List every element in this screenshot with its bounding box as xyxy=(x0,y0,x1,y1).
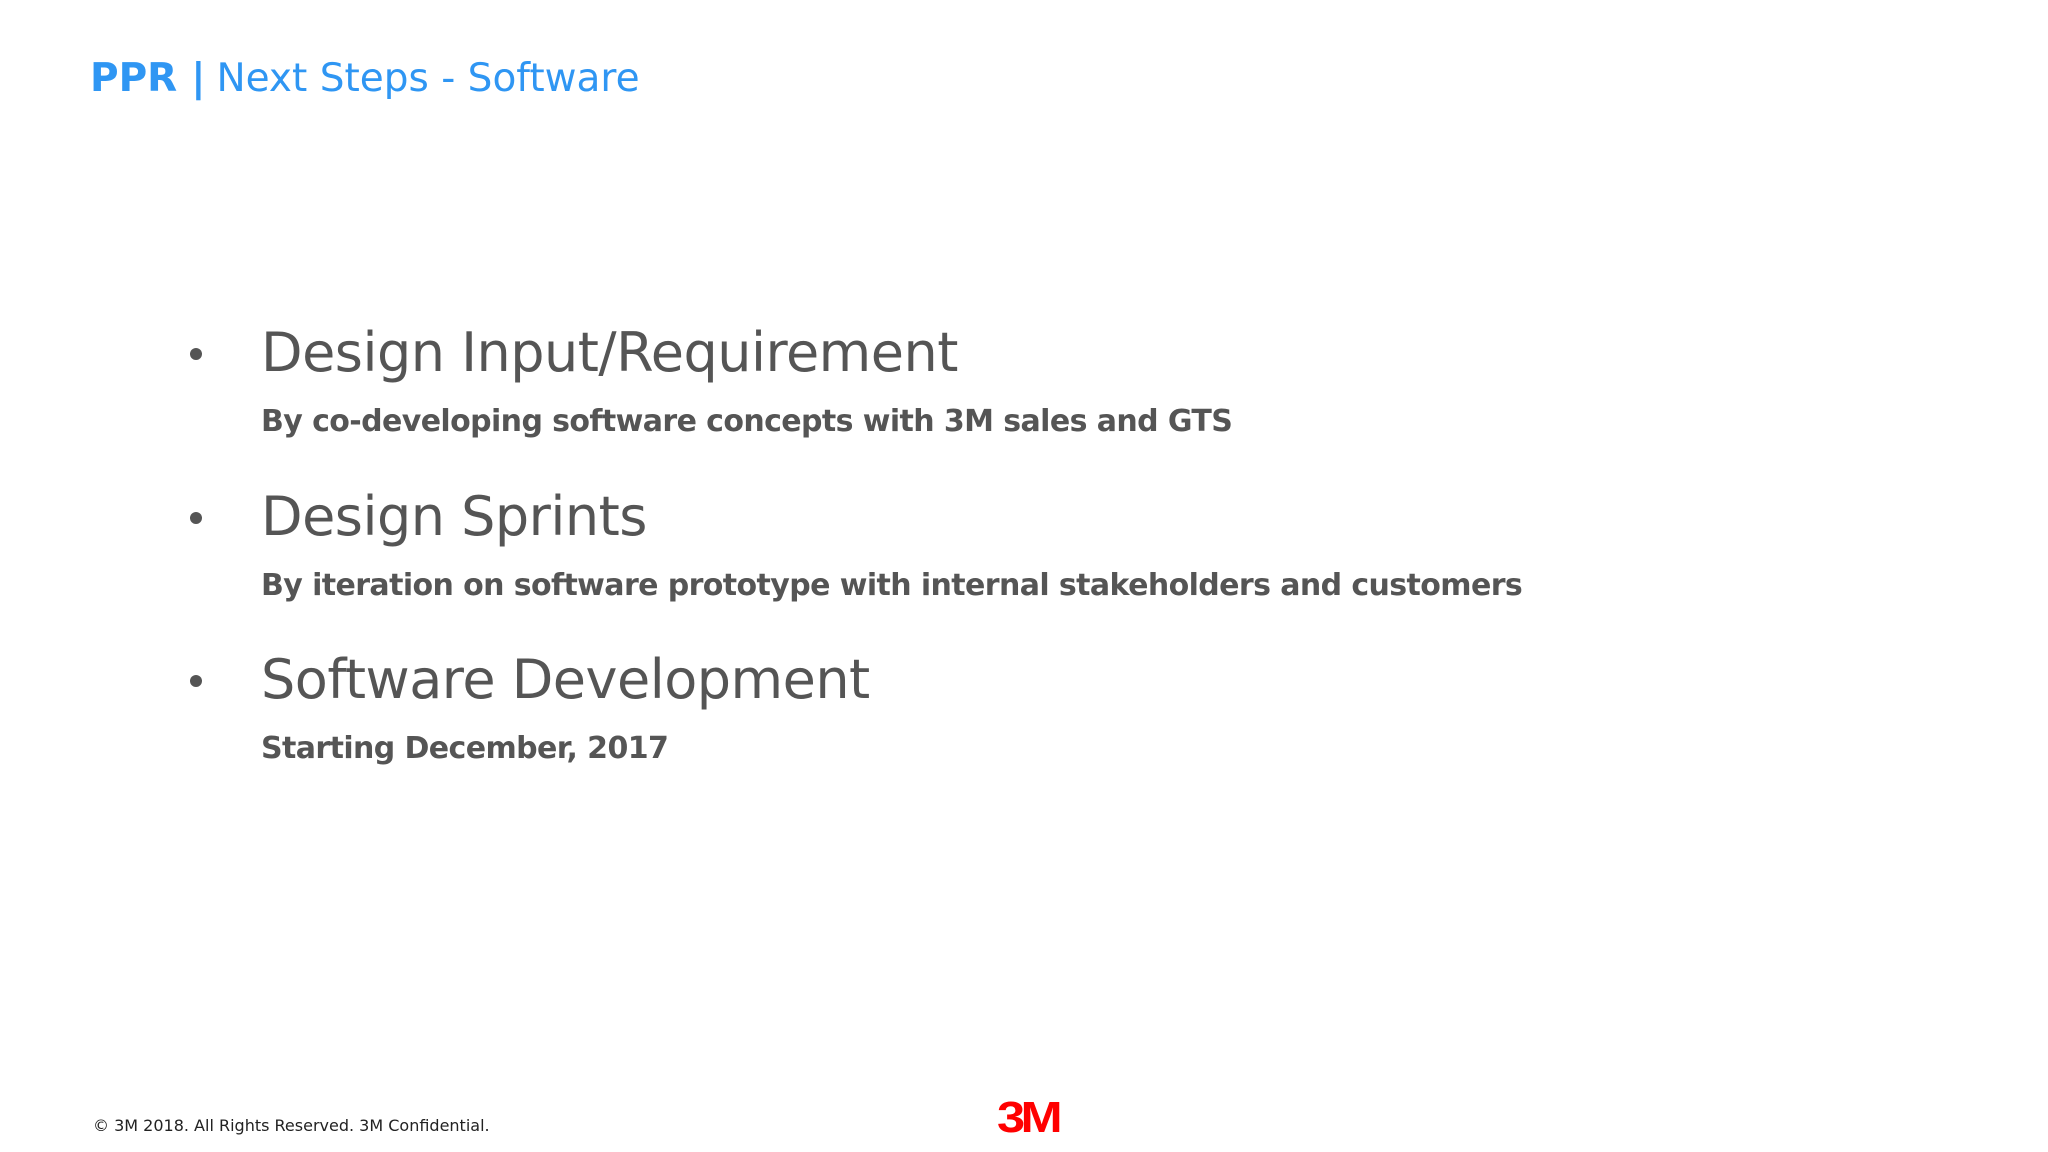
3m-logo: 3M xyxy=(997,1093,1063,1142)
bullet-subtext: Starting December, 2017 xyxy=(261,731,669,766)
bullet-subtext: By co-developing software concepts with … xyxy=(261,404,1233,439)
bullet-heading: Design Sprints xyxy=(261,485,647,548)
title-prefix: PPR xyxy=(90,56,178,101)
bullet-dot xyxy=(190,512,202,524)
footer-copyright: © 3M 2018. All Rights Reserved. 3M Confi… xyxy=(93,1116,490,1135)
bullet-heading: Software Development xyxy=(261,648,870,711)
bullet-dot xyxy=(190,348,202,360)
slide: PPR | Next Steps - Software Design Input/R… xyxy=(0,0,2048,1152)
bullet-subtext: By iteration on software prototype with … xyxy=(261,568,1523,603)
title-separator: | xyxy=(191,56,206,101)
page-title: PPR | Next Steps - Software xyxy=(90,54,640,104)
bullet-heading: Design Input/Requirement xyxy=(261,321,958,384)
title-text: Next Steps - Software xyxy=(216,56,640,101)
bullet-dot xyxy=(190,675,202,687)
